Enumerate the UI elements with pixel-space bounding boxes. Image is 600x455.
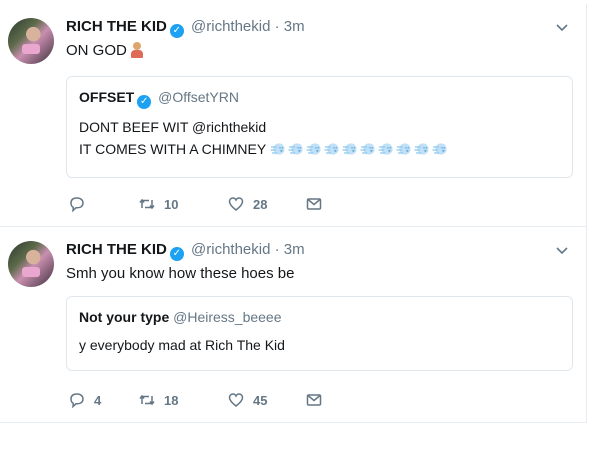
envelope-icon	[306, 394, 322, 406]
like-count: 28	[253, 196, 268, 212]
tweet[interactable]: RICH THE KID ✓ @richthekid · 3m ON GOD OF…	[0, 4, 586, 227]
reply-icon	[70, 197, 84, 213]
chevron-down-icon[interactable]	[555, 20, 569, 36]
quoted-header: OFFSET ✓ @OffsetYRN	[79, 89, 239, 109]
retweet-button[interactable]: 18	[138, 390, 178, 410]
retweet-icon	[139, 198, 155, 210]
quoted-author-handle: @OffsetYRN	[158, 89, 239, 105]
wind-face-icon	[342, 142, 359, 156]
person-shrugging-emoji-icon	[130, 42, 144, 58]
author-handle[interactable]: @richthekid	[191, 18, 270, 35]
tweet-text: ON GOD	[66, 42, 144, 60]
chevron-down-icon[interactable]	[555, 243, 569, 259]
quoted-text-line-body: IT COMES WITH A CHIMNEY	[79, 141, 266, 157]
envelope-icon	[306, 198, 322, 210]
quoted-tweet[interactable]: Not your type @Heiress_beeee y everybody…	[66, 296, 573, 371]
wind-face-icon	[324, 142, 341, 156]
tweet-header: RICH THE KID ✓ @richthekid · 3m	[66, 241, 305, 261]
separator: ·	[274, 241, 280, 258]
wind-face-icon	[396, 142, 413, 156]
tweet-text: Smh you know how these hoes be	[66, 265, 295, 282]
quoted-text-line: IT COMES WITH A CHIMNEY	[79, 141, 450, 158]
verified-badge-icon: ✓	[169, 24, 184, 38]
quoted-author-name: Not your type	[79, 309, 170, 325]
like-count: 45	[253, 392, 268, 408]
quoted-text-line: y everybody mad at Rich The Kid	[79, 337, 285, 353]
timestamp[interactable]: 3m	[284, 241, 305, 258]
quoted-author-handle: @Heiress_beeee	[173, 309, 282, 325]
wind-face-icon	[270, 142, 287, 156]
author-handle[interactable]: @richthekid	[191, 241, 270, 258]
wind-face-icon	[360, 142, 377, 156]
wind-face-emoji-row	[270, 141, 450, 157]
heart-icon	[228, 197, 244, 211]
tweet-actions: 4 18 45	[66, 390, 366, 410]
reply-button[interactable]	[68, 194, 94, 214]
wind-face-icon	[414, 142, 431, 156]
direct-message-button[interactable]	[305, 194, 323, 214]
reply-icon	[70, 393, 84, 409]
quoted-author-name: OFFSET	[79, 89, 135, 105]
tweet-actions: 10 28	[66, 194, 366, 214]
wind-face-icon	[288, 142, 305, 156]
author-name[interactable]: RICH THE KID	[66, 18, 167, 35]
tweet[interactable]: RICH THE KID ✓ @richthekid · 3m Smh you k…	[0, 227, 586, 422]
quoted-header: Not your type @Heiress_beeee	[79, 309, 282, 326]
wind-face-icon	[378, 142, 395, 156]
tweet-header: RICH THE KID ✓ @richthekid · 3m	[66, 18, 305, 38]
reply-button[interactable]: 4	[68, 390, 101, 410]
tweet-text-body: ON GOD	[66, 42, 127, 59]
separator: ·	[274, 18, 280, 35]
direct-message-button[interactable]	[305, 390, 323, 410]
retweet-count: 10	[164, 196, 179, 212]
avatar[interactable]	[8, 18, 54, 64]
retweet-icon	[139, 394, 155, 406]
heart-icon	[228, 393, 244, 407]
retweet-count: 18	[164, 392, 179, 408]
timestamp[interactable]: 3m	[284, 18, 305, 35]
quoted-tweet[interactable]: OFFSET ✓ @OffsetYRN DONT BEEF WIT @richth…	[66, 76, 573, 178]
verified-badge-icon: ✓	[137, 95, 152, 109]
reply-count: 4	[94, 392, 102, 408]
retweet-button[interactable]: 10	[138, 194, 178, 214]
wind-face-icon	[432, 142, 449, 156]
author-name[interactable]: RICH THE KID	[66, 241, 167, 258]
like-button[interactable]: 28	[227, 194, 267, 214]
verified-badge-icon: ✓	[169, 247, 184, 261]
quoted-text-line: DONT BEEF WIT @richthekid	[79, 119, 267, 135]
wind-face-icon	[306, 142, 323, 156]
like-button[interactable]: 45	[227, 390, 267, 410]
avatar[interactable]	[8, 241, 54, 287]
